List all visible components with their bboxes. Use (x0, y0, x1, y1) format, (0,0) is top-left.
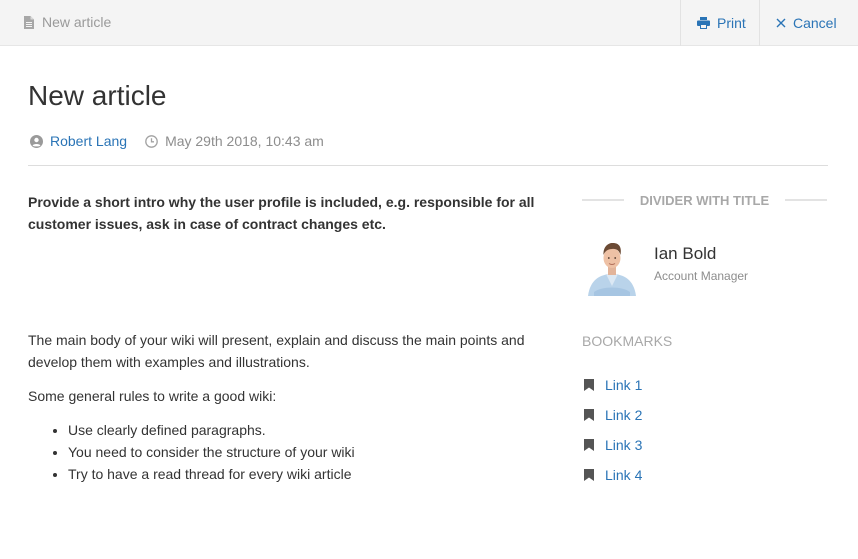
print-label: Print (717, 15, 746, 31)
bookmark-link-1[interactable]: Link 1 (584, 370, 642, 400)
rules-list: Use clearly defined paragraphs. You need… (28, 419, 548, 485)
clock-icon (145, 134, 158, 148)
person-info: Ian Bold Account Manager (654, 244, 748, 283)
close-icon (776, 18, 786, 28)
document-title-label: New article (42, 14, 112, 30)
avatar (582, 236, 642, 296)
bookmark-label: Link 2 (605, 407, 643, 423)
body-paragraph: The main body of your wiki will present,… (28, 332, 525, 370)
cancel-button[interactable]: Cancel (759, 0, 858, 46)
bookmark-link-3[interactable]: Link 3 (584, 430, 642, 460)
top-bar: New article Print Cancel (0, 0, 858, 46)
list-item: You need to consider the structure of yo… (68, 441, 548, 463)
document-title: New article (24, 14, 111, 30)
article-body: The main body of your wiki will present,… (28, 329, 548, 485)
rules-intro: Some general rules to write a good wiki: (28, 388, 277, 404)
person-card: Ian Bold Account Manager (582, 236, 748, 296)
author-link[interactable]: Robert Lang (50, 133, 127, 149)
cancel-label: Cancel (793, 15, 837, 31)
bookmark-link-4[interactable]: Link 4 (584, 460, 642, 490)
bookmark-label: Link 3 (605, 437, 643, 453)
article-intro: Provide a short intro why the user profi… (28, 194, 535, 232)
divider-with-title: DIVIDER WITH TITLE (582, 190, 827, 210)
divider-line-right (785, 199, 827, 201)
article-meta: Robert Lang May 29th 2018, 10:43 am (30, 133, 324, 149)
header-divider (28, 165, 828, 166)
bookmark-label: Link 1 (605, 377, 643, 393)
bookmark-label: Link 4 (605, 467, 643, 483)
divider-line-left (582, 199, 624, 201)
person-name: Ian Bold (654, 244, 717, 263)
bookmark-icon (584, 409, 605, 421)
document-icon (24, 15, 34, 29)
divider-title-label: DIVIDER WITH TITLE (639, 192, 770, 208)
bookmark-icon (584, 469, 605, 481)
print-button[interactable]: Print (680, 0, 759, 46)
bookmark-link-2[interactable]: Link 2 (584, 400, 642, 430)
list-item: Use clearly defined paragraphs. (68, 419, 548, 441)
bookmarks-list: Link 1 Link 2 Link 3 Link 4 (584, 370, 642, 490)
list-item: Try to have a read thread for every wiki… (68, 463, 548, 485)
page-title: New article (28, 80, 167, 111)
person-role: Account Manager (654, 269, 749, 283)
bookmark-icon (584, 439, 605, 451)
bookmarks-title: BOOKMARKS (582, 333, 673, 349)
user-circle-icon (30, 134, 43, 148)
article-date: May 29th 2018, 10:43 am (165, 133, 324, 149)
printer-icon (697, 17, 710, 29)
bookmark-icon (584, 379, 605, 391)
